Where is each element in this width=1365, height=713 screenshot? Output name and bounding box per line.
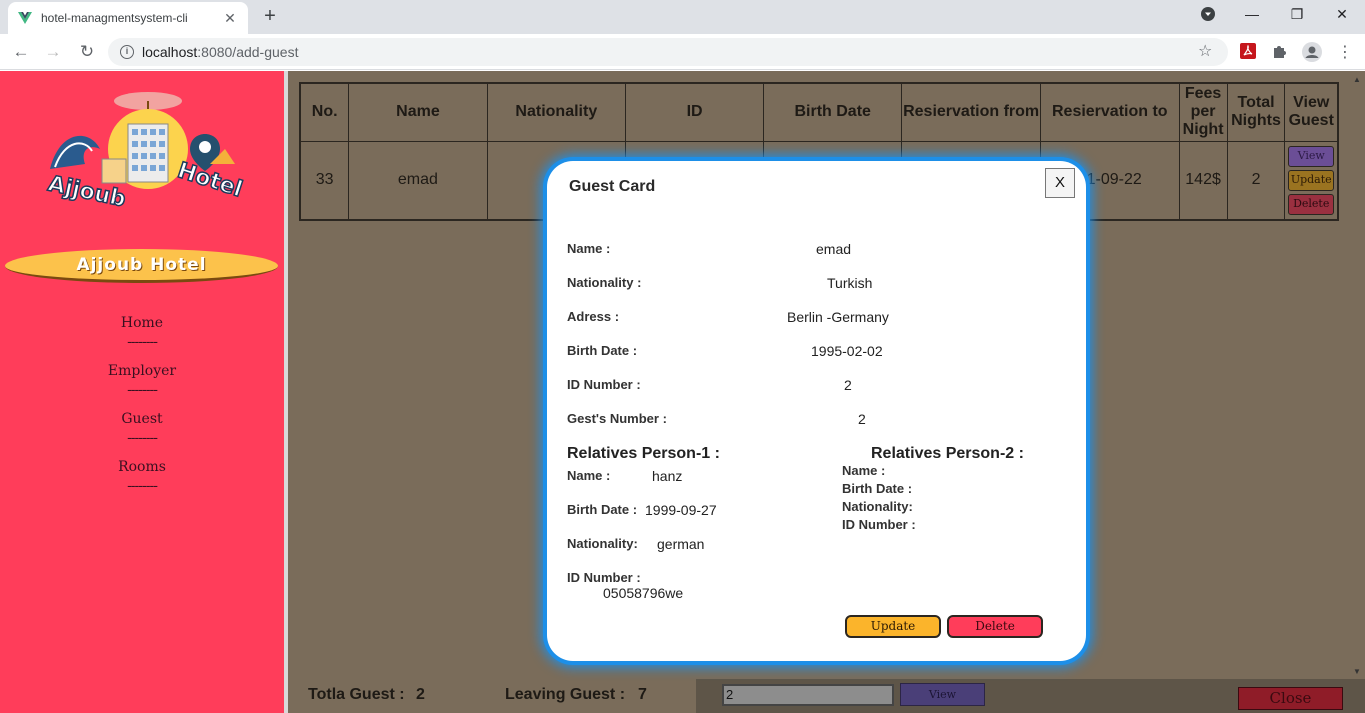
sidebar-item-home[interactable]: Home (0, 311, 284, 335)
guests-number-label: Gest's Number : (567, 411, 667, 426)
column-header: Total Nights (1227, 84, 1286, 142)
footer-close-button[interactable]: Close (1238, 687, 1343, 710)
pdf-extension-icon[interactable] (1239, 42, 1257, 60)
scroll-up-arrow-icon[interactable]: ▲ (1353, 75, 1361, 84)
back-icon[interactable]: ← (10, 42, 32, 62)
minimize-icon[interactable]: — (1237, 6, 1267, 22)
profile-dropdown-icon[interactable] (1193, 6, 1223, 25)
rel2-name-label: Name : (842, 463, 886, 478)
sidebar: Ajjoub Hotel Ajjoub Hotel Home -------- … (0, 71, 284, 713)
address-bar: ← → ↻ i localhost:8080/add-guest ☆ ⋮ (0, 34, 1365, 70)
menu-separator: -------- (127, 430, 158, 446)
column-header: View Guest (1284, 84, 1337, 142)
tab-title: hotel-managmentsystem-cli (41, 11, 188, 25)
column-header: Nationality (487, 84, 627, 142)
sidebar-item-rooms[interactable]: Rooms (0, 455, 284, 479)
birth-date-label: Birth Date : (567, 343, 638, 358)
hotel-logo: Ajjoub Hotel (40, 89, 246, 213)
nationality-value: Turkish (827, 275, 873, 291)
name-label: Name : (567, 241, 611, 256)
column-header: No. (301, 84, 350, 142)
modal-close-button[interactable]: X (1045, 168, 1075, 198)
name-value: emad (816, 241, 852, 257)
vue-logo-icon (18, 11, 32, 25)
reload-icon[interactable]: ↻ (76, 42, 98, 62)
rel2-birth-label: Birth Date : (842, 481, 913, 496)
menu-separator: -------- (127, 334, 158, 350)
rel1-birth-value: 1999-09-27 (645, 502, 717, 518)
address-label: Adress : (567, 309, 620, 324)
url-field[interactable]: i localhost:8080/add-guest (108, 38, 1228, 66)
modal-update-button[interactable]: Update (845, 615, 941, 638)
cell-no: 33 (301, 141, 350, 219)
rel1-id-value: 05058796we (603, 585, 684, 601)
bookmark-star-icon[interactable]: ☆ (1198, 41, 1212, 61)
site-info-icon[interactable]: i (120, 45, 134, 59)
table-header-row: No. Name Nationality ID Birth Date Resie… (301, 84, 1337, 142)
sidebar-item-employer[interactable]: Employer (0, 359, 284, 383)
relatives-1-heading: Relatives Person-1 : (567, 445, 720, 462)
footer-view-button[interactable]: View (900, 683, 985, 706)
birth-date-value: 1995-02-02 (811, 343, 883, 359)
browser-tab[interactable]: hotel-managmentsystem-cli ✕ (8, 2, 248, 34)
total-guest-label: Totla Guest : (308, 686, 405, 703)
row-update-button[interactable]: Update (1288, 169, 1335, 191)
column-header: Resiervation to (1040, 84, 1180, 142)
modal-delete-button[interactable]: Delete (947, 615, 1043, 638)
browser-tab-bar: hotel-managmentsystem-cli ✕ + — ❐ ✕ (0, 0, 1365, 34)
rel1-id-label: ID Number : (567, 570, 641, 585)
forward-icon[interactable]: → (42, 42, 64, 62)
tab-close-icon[interactable]: ✕ (222, 10, 238, 27)
rel1-name-value: hanz (652, 468, 683, 484)
sidebar-item-guest[interactable]: Guest (0, 407, 284, 431)
rel1-birth-label: Birth Date : (567, 502, 638, 517)
browser-menu-icon[interactable]: ⋮ (1336, 42, 1354, 61)
guests-number-value: 2 (858, 411, 866, 427)
guest-card-modal: Guest Card X Name : emad Nationality : T… (547, 161, 1086, 661)
leaving-guest-label: Leaving Guest : (505, 686, 626, 703)
url-path: :8080/add-guest (197, 44, 299, 60)
extensions-puzzle-icon[interactable] (1271, 42, 1289, 60)
sidebar-menu: Home -------- Employer -------- Guest --… (0, 311, 284, 503)
menu-separator: -------- (127, 382, 158, 398)
brand-banner: Ajjoub Hotel (5, 249, 278, 283)
scroll-down-arrow-icon[interactable]: ▼ (1353, 667, 1361, 676)
column-header: ID (625, 84, 765, 142)
modal-title: Guest Card (569, 178, 656, 195)
column-header: Birth Date (763, 84, 903, 142)
relatives-2-heading: Relatives Person-2 : (871, 445, 1024, 462)
nationality-label: Nationality : (567, 275, 642, 290)
menu-separator: -------- (127, 478, 158, 494)
cell-name: emad (348, 141, 488, 219)
id-number-value: 2 (844, 377, 852, 393)
rel1-name-label: Name : (567, 468, 611, 483)
leaving-guest-value: 7 (638, 686, 647, 703)
rel2-nationality-label: Nationality: (842, 499, 913, 514)
row-view-button[interactable]: View (1288, 145, 1335, 167)
cell-fees: 142$ (1179, 141, 1228, 219)
rel1-nationality-value: german (657, 536, 705, 552)
total-guest-value: 2 (416, 686, 425, 703)
id-number-label: ID Number : (567, 377, 641, 392)
rel2-id-label: ID Number : (842, 517, 916, 532)
maximize-icon[interactable]: ❐ (1282, 6, 1312, 23)
row-delete-button[interactable]: Delete (1288, 193, 1335, 215)
url-host: localhost (142, 44, 198, 60)
column-header: Name (348, 84, 488, 142)
address-value: Berlin -Germany (787, 309, 889, 325)
profile-avatar-icon[interactable] (1302, 42, 1322, 62)
window-close-icon[interactable]: ✕ (1327, 6, 1357, 23)
cell-actions: View Update Delete (1285, 141, 1337, 219)
new-tab-button[interactable]: + (258, 5, 282, 28)
column-header: Fees per Night (1179, 84, 1228, 142)
cell-nights: 2 (1227, 141, 1286, 219)
rel1-nationality-label: Nationality: (567, 536, 638, 551)
guest-search-input[interactable]: 2 (722, 684, 894, 706)
column-header: Resiervation from (901, 84, 1041, 142)
